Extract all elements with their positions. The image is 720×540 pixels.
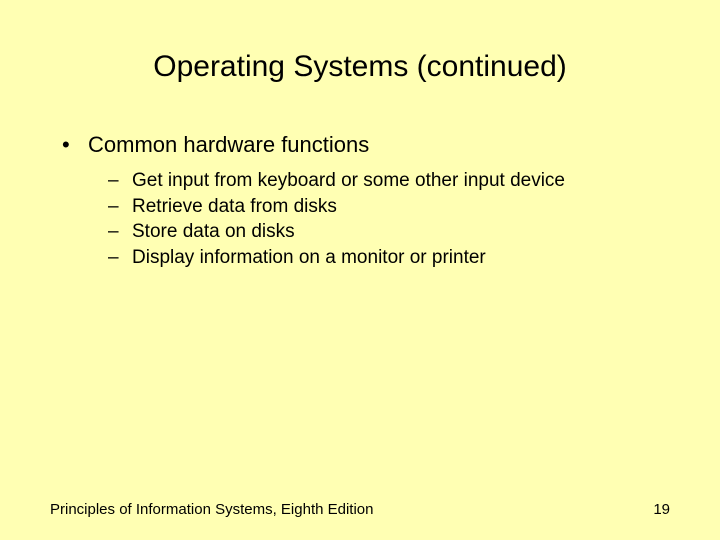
sub-bullet-text: Store data on disks — [132, 221, 295, 242]
sub-bullet-list: Get input from keyboard or some other in… — [50, 168, 670, 271]
sub-bullet-item: Display information on a monitor or prin… — [108, 245, 670, 271]
sub-bullet-text: Get input from keyboard or some other in… — [132, 170, 565, 191]
bullet-list: Common hardware functions — [50, 132, 670, 158]
bullet-main-text: Common hardware functions — [88, 132, 369, 157]
sub-bullet-item: Store data on disks — [108, 219, 670, 245]
sub-bullet-text: Display information on a monitor or prin… — [132, 247, 486, 268]
slide-footer: Principles of Information Systems, Eight… — [50, 501, 670, 518]
page-number: 19 — [653, 501, 670, 518]
sub-bullet-item: Retrieve data from disks — [108, 194, 670, 220]
footer-text: Principles of Information Systems, Eight… — [50, 501, 373, 518]
slide-title: Operating Systems (continued) — [50, 50, 670, 84]
sub-bullet-text: Retrieve data from disks — [132, 196, 337, 217]
sub-bullet-item: Get input from keyboard or some other in… — [108, 168, 670, 194]
bullet-main: Common hardware functions — [58, 132, 670, 158]
slide-container: Operating Systems (continued) Common har… — [0, 0, 720, 540]
